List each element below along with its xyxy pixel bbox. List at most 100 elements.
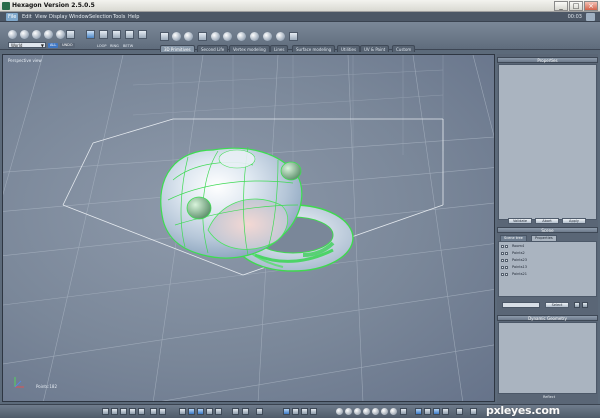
minimize-button[interactable]: _	[554, 1, 568, 11]
cube-icon[interactable]	[160, 32, 169, 41]
scene-item[interactable]: Points13	[501, 265, 591, 270]
shading-ball-icon[interactable]	[363, 408, 370, 415]
menu-selection[interactable]: Selection	[87, 13, 114, 21]
scene-item[interactable]: Room4	[501, 244, 591, 249]
viewport-canvas[interactable]	[3, 55, 495, 402]
shading-ball-icon[interactable]	[372, 408, 379, 415]
close-button[interactable]: ×	[584, 1, 598, 11]
sphere-icon[interactable]	[172, 32, 181, 41]
lasso-icon[interactable]	[20, 30, 29, 39]
camera-button[interactable]	[242, 408, 249, 415]
cylinder-icon[interactable]	[184, 32, 193, 41]
snap-button[interactable]	[283, 408, 290, 415]
magnet-icon[interactable]	[56, 30, 65, 39]
shading-ball-icon[interactable]	[345, 408, 352, 415]
lock-checkbox[interactable]	[505, 265, 508, 269]
menu-help[interactable]: Help	[126, 13, 141, 21]
display-button[interactable]	[415, 408, 422, 415]
menu-file[interactable]: File	[6, 13, 19, 21]
lock-checkbox[interactable]	[505, 272, 508, 276]
layout-button[interactable]	[179, 408, 186, 415]
shading-ball-icon[interactable]	[336, 408, 343, 415]
view-button[interactable]	[150, 408, 157, 415]
view-button[interactable]	[111, 408, 118, 415]
torus-icon[interactable]	[223, 32, 232, 41]
display-button[interactable]	[456, 408, 463, 415]
view-button[interactable]	[120, 408, 127, 415]
camera-button[interactable]	[256, 408, 263, 415]
apply-button[interactable]: Apply	[562, 218, 586, 224]
visibility-checkbox[interactable]	[501, 265, 504, 269]
coordinate-system-select[interactable]: World ▼	[8, 42, 46, 48]
tab-utilities[interactable]: Utilities	[337, 45, 361, 52]
layout-button[interactable]	[197, 408, 204, 415]
tab-3d-primitives[interactable]: 3D Primitives	[160, 45, 195, 52]
select-all-button[interactable]: ALL	[48, 43, 59, 48]
display-button[interactable]	[433, 408, 440, 415]
rotate-view-icon[interactable]	[310, 408, 317, 415]
rotate-tool-icon[interactable]	[99, 30, 108, 39]
lock-checkbox[interactable]	[505, 251, 508, 255]
scene-option-button[interactable]	[574, 302, 580, 308]
scene-option-button[interactable]	[582, 302, 588, 308]
universal-tool-icon[interactable]	[125, 30, 134, 39]
scene-item[interactable]: Points21	[501, 272, 591, 277]
menu-tools[interactable]: Tools	[111, 13, 127, 21]
display-button[interactable]	[442, 408, 449, 415]
plane-icon[interactable]	[198, 32, 207, 41]
display-button[interactable]	[424, 408, 431, 415]
loop-mode-button[interactable]: LOOP	[97, 44, 106, 48]
tab-surface-modeling[interactable]: Surface modeling	[292, 45, 336, 52]
view-button[interactable]	[129, 408, 136, 415]
capsule-icon[interactable]	[276, 32, 285, 41]
layout-button[interactable]	[188, 408, 195, 415]
tube-icon[interactable]	[250, 32, 259, 41]
maximize-button[interactable]: □	[569, 1, 583, 11]
camera-button[interactable]	[232, 408, 239, 415]
tab-vertex-modeling[interactable]: Vertex modeling	[229, 45, 270, 52]
view-button[interactable]	[138, 408, 145, 415]
layout-button[interactable]	[215, 408, 222, 415]
scene-item[interactable]: Points2	[501, 251, 591, 256]
shading-ball-icon[interactable]	[354, 408, 361, 415]
sphere-select-icon[interactable]	[32, 30, 41, 39]
pointer-icon[interactable]	[8, 30, 17, 39]
abort-button[interactable]: Abort	[535, 218, 559, 224]
disc-icon[interactable]	[237, 32, 246, 41]
tray-icon[interactable]	[586, 13, 595, 21]
lock-checkbox[interactable]	[505, 258, 508, 262]
tab-second-life[interactable]: Second Life	[197, 45, 229, 52]
undo-selection-button[interactable]: UNDO	[60, 43, 75, 48]
visibility-checkbox[interactable]	[501, 251, 504, 255]
layout-button[interactable]	[206, 408, 213, 415]
select-button[interactable]: Select	[545, 302, 569, 308]
move-tool-icon[interactable]	[86, 30, 95, 39]
pivot-tool-icon[interactable]	[138, 30, 147, 39]
visibility-checkbox[interactable]	[501, 272, 504, 276]
perspective-viewport[interactable]: Perspective view Points:182	[2, 54, 495, 402]
ring-mode-button[interactable]: RING	[110, 44, 119, 48]
paint-icon[interactable]	[44, 30, 53, 39]
gem-icon[interactable]	[263, 32, 272, 41]
view-button[interactable]	[159, 408, 166, 415]
cone-icon[interactable]	[211, 32, 220, 41]
zoom-icon[interactable]	[301, 408, 308, 415]
tab-lines[interactable]: Lines	[270, 45, 289, 52]
shading-ball-icon[interactable]	[381, 408, 388, 415]
visibility-checkbox[interactable]	[501, 244, 504, 248]
shading-ball-icon[interactable]	[390, 408, 397, 415]
display-button[interactable]	[400, 408, 407, 415]
scene-filter-input[interactable]	[502, 302, 540, 308]
tab-uv-paint[interactable]: UV & Paint	[360, 45, 390, 52]
scale-tool-icon[interactable]	[112, 30, 121, 39]
menu-edit[interactable]: Edit	[20, 13, 34, 21]
view-button[interactable]	[102, 408, 109, 415]
tab-custom[interactable]: Custom	[392, 45, 416, 52]
lathe-icon[interactable]	[289, 32, 298, 41]
display-button[interactable]	[470, 408, 477, 415]
validate-button[interactable]: Validate	[508, 218, 532, 224]
pan-icon[interactable]	[292, 408, 299, 415]
lock-checkbox[interactable]	[505, 244, 508, 248]
scene-item[interactable]: Points23	[501, 258, 591, 263]
between-mode-button[interactable]: BETW	[123, 44, 133, 48]
